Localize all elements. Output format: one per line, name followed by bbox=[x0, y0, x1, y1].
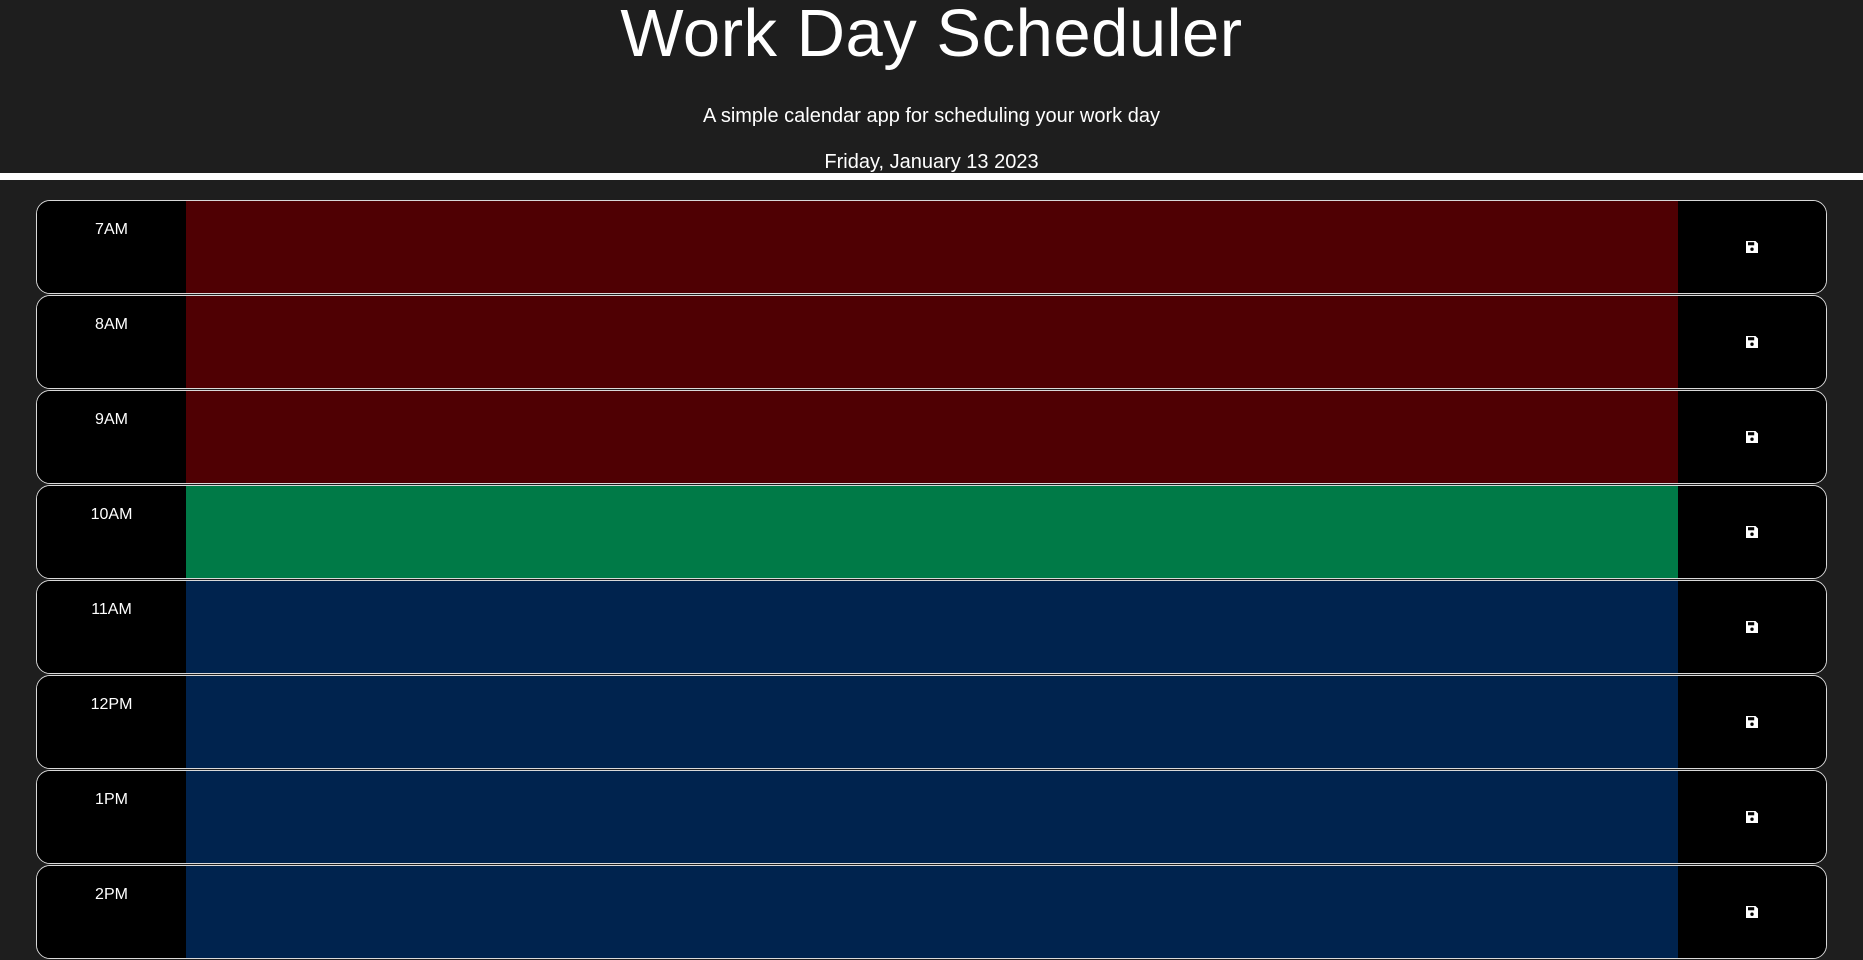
page-subtitle: A simple calendar app for scheduling you… bbox=[703, 105, 1160, 127]
save-button[interactable] bbox=[1678, 866, 1826, 958]
event-textarea[interactable] bbox=[186, 486, 1678, 578]
current-day: Friday, January 13 2023 bbox=[824, 151, 1039, 173]
save-icon bbox=[1746, 526, 1758, 538]
time-block-list: 7AM 8AM 9AM 10AM 11AM 12PM 1PM 2PM bbox=[36, 200, 1827, 960]
time-block-row: 2PM bbox=[36, 865, 1827, 959]
hour-label: 8AM bbox=[37, 296, 186, 388]
hour-label: 7AM bbox=[37, 201, 186, 293]
time-block-row: 7AM bbox=[36, 200, 1827, 294]
event-textarea[interactable] bbox=[186, 676, 1678, 768]
event-textarea[interactable] bbox=[186, 771, 1678, 863]
hour-label: 9AM bbox=[37, 391, 186, 483]
save-icon bbox=[1746, 811, 1758, 823]
save-icon bbox=[1746, 336, 1758, 348]
save-icon bbox=[1746, 716, 1758, 728]
hour-label: 1PM bbox=[37, 771, 186, 863]
time-block-row: 1PM bbox=[36, 770, 1827, 864]
event-textarea[interactable] bbox=[186, 201, 1678, 293]
hour-label: 11AM bbox=[37, 581, 186, 673]
save-button[interactable] bbox=[1678, 486, 1826, 578]
hour-label: 10AM bbox=[37, 486, 186, 578]
save-icon bbox=[1746, 906, 1758, 918]
save-button[interactable] bbox=[1678, 201, 1826, 293]
time-block-row: 9AM bbox=[36, 390, 1827, 484]
time-block-row: 8AM bbox=[36, 295, 1827, 389]
time-block-row: 11AM bbox=[36, 580, 1827, 674]
save-button[interactable] bbox=[1678, 296, 1826, 388]
save-button[interactable] bbox=[1678, 676, 1826, 768]
header-divider bbox=[0, 173, 1863, 180]
save-button[interactable] bbox=[1678, 771, 1826, 863]
time-block-row: 10AM bbox=[36, 485, 1827, 579]
hour-label: 12PM bbox=[37, 676, 186, 768]
save-icon bbox=[1746, 241, 1758, 253]
page-title: Work Day Scheduler bbox=[620, 0, 1243, 71]
event-textarea[interactable] bbox=[186, 866, 1678, 958]
save-icon bbox=[1746, 431, 1758, 443]
save-button[interactable] bbox=[1678, 581, 1826, 673]
save-icon bbox=[1746, 621, 1758, 633]
time-block-row: 12PM bbox=[36, 675, 1827, 769]
save-button[interactable] bbox=[1678, 391, 1826, 483]
hour-label: 2PM bbox=[37, 866, 186, 958]
event-textarea[interactable] bbox=[186, 296, 1678, 388]
event-textarea[interactable] bbox=[186, 391, 1678, 483]
page-header: Work Day Scheduler A simple calendar app… bbox=[0, 0, 1863, 173]
event-textarea[interactable] bbox=[186, 581, 1678, 673]
